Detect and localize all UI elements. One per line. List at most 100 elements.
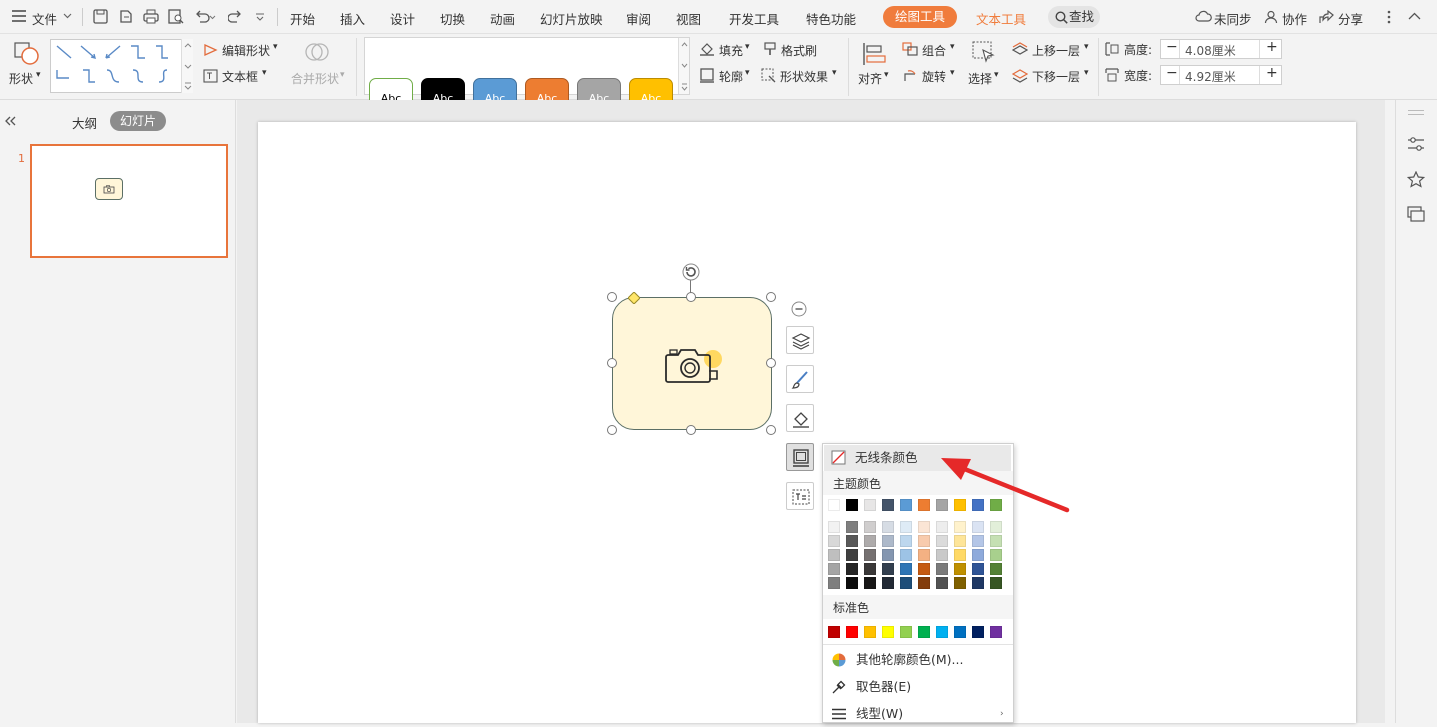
align-button[interactable]: 对齐 <box>858 70 882 87</box>
more-options-icon[interactable] <box>1387 10 1391 24</box>
star-icon[interactable] <box>1407 171 1425 188</box>
file-menu[interactable]: 文件 <box>32 9 57 28</box>
increase-height-button[interactable]: + <box>1266 39 1278 55</box>
theme-shade-swatch[interactable] <box>900 521 912 533</box>
theme-shade-swatch[interactable] <box>846 535 858 547</box>
standard-color-swatch[interactable] <box>864 626 876 638</box>
theme-shade-swatch[interactable] <box>990 535 1002 547</box>
theme-shade-swatch[interactable] <box>882 563 894 575</box>
redo-icon[interactable] <box>228 9 243 24</box>
standard-color-swatch[interactable] <box>900 626 912 638</box>
save-icon[interactable] <box>93 9 108 24</box>
eyedropper-item[interactable]: 取色器(E) <box>823 674 1013 700</box>
resize-handle-se[interactable] <box>766 425 776 435</box>
tab-developer[interactable]: 开发工具 <box>729 9 779 28</box>
shape-effect-icon[interactable] <box>761 68 777 83</box>
tab-transition[interactable]: 切换 <box>440 9 465 28</box>
bring-forward-icon[interactable] <box>1012 42 1028 57</box>
theme-shade-swatch[interactable] <box>882 535 894 547</box>
tab-slides[interactable]: 幻灯片 <box>110 111 166 131</box>
height-input[interactable]: 4.08厘米 <box>1185 42 1236 59</box>
resize-handle-s[interactable] <box>686 425 696 435</box>
theme-shade-swatch[interactable] <box>900 563 912 575</box>
share-button[interactable]: 分享 <box>1338 9 1363 28</box>
tab-slideshow[interactable]: 幻灯片放映 <box>540 9 603 28</box>
theme-shade-swatch[interactable] <box>828 549 840 561</box>
tab-review[interactable]: 审阅 <box>626 9 651 28</box>
theme-shade-swatch[interactable] <box>972 577 984 589</box>
theme-shade-swatch[interactable] <box>900 577 912 589</box>
tab-design[interactable]: 设计 <box>390 9 415 28</box>
text-box-quick-button[interactable] <box>786 482 814 510</box>
theme-color-swatch[interactable] <box>846 499 858 511</box>
theme-shade-swatch[interactable] <box>918 521 930 533</box>
standard-color-swatch[interactable] <box>990 626 1002 638</box>
width-stepper[interactable]: − 4.92厘米 + <box>1160 65 1282 85</box>
theme-shade-swatch[interactable] <box>972 563 984 575</box>
outline-quick-button[interactable] <box>786 443 814 471</box>
send-backward-icon[interactable] <box>1012 68 1028 83</box>
slide-thumbnail[interactable] <box>30 144 228 258</box>
theme-shade-swatch[interactable] <box>954 577 966 589</box>
customize-toolbar-icon[interactable] <box>255 13 265 21</box>
fill-icon[interactable] <box>699 42 715 56</box>
edit-shape-button[interactable]: 编辑形状 <box>222 42 270 59</box>
textbox-icon[interactable] <box>203 69 218 83</box>
shapes-button[interactable]: 形状 <box>9 70 33 87</box>
theme-shade-swatch[interactable] <box>972 521 984 533</box>
theme-shade-swatch[interactable] <box>954 563 966 575</box>
theme-shade-swatch[interactable] <box>936 535 948 547</box>
cloud-sync-icon[interactable] <box>1195 10 1212 23</box>
tab-animation[interactable]: 动画 <box>490 9 515 28</box>
resize-handle-e[interactable] <box>766 358 776 368</box>
bring-forward-button[interactable]: 上移一层 <box>1032 42 1080 59</box>
select-icon[interactable] <box>972 41 996 65</box>
theme-shade-swatch[interactable] <box>828 577 840 589</box>
theme-color-swatch[interactable] <box>882 499 894 511</box>
theme-shade-swatch[interactable] <box>936 549 948 561</box>
theme-shade-swatch[interactable] <box>936 563 948 575</box>
rotate-button[interactable]: 旋转 <box>922 68 946 85</box>
resize-handle-nw[interactable] <box>607 292 617 302</box>
theme-color-swatch[interactable] <box>864 499 876 511</box>
shape-effect-button[interactable]: 形状效果 <box>780 68 828 85</box>
theme-shade-swatch[interactable] <box>990 549 1002 561</box>
height-stepper[interactable]: − 4.08厘米 + <box>1160 39 1282 59</box>
theme-shade-swatch[interactable] <box>900 535 912 547</box>
theme-shade-swatch[interactable] <box>918 535 930 547</box>
width-input[interactable]: 4.92厘米 <box>1185 68 1236 85</box>
theme-shade-swatch[interactable] <box>846 577 858 589</box>
theme-color-swatch[interactable] <box>918 499 930 511</box>
textbox-button[interactable]: 文本框 <box>222 68 258 85</box>
theme-shade-swatch[interactable] <box>918 563 930 575</box>
decrease-width-button[interactable]: − <box>1166 65 1178 81</box>
slide-window-icon[interactable] <box>1407 206 1425 222</box>
line-shape-gallery[interactable] <box>50 39 193 93</box>
print-preview-icon[interactable] <box>168 9 184 24</box>
theme-shade-swatch[interactable] <box>828 521 840 533</box>
search-button[interactable]: 查找 <box>1048 6 1100 28</box>
theme-shade-swatch[interactable] <box>882 577 894 589</box>
theme-color-swatch[interactable] <box>900 499 912 511</box>
hamburger-icon[interactable] <box>12 10 26 22</box>
shapes-icon[interactable] <box>14 42 40 66</box>
standard-color-swatch[interactable] <box>972 626 984 638</box>
fill-button[interactable]: 填充 <box>719 42 743 59</box>
theme-shade-swatch[interactable] <box>882 521 894 533</box>
theme-shade-swatch[interactable] <box>936 577 948 589</box>
shape-style-button[interactable] <box>786 365 814 393</box>
gallery-scroll[interactable] <box>181 39 193 93</box>
theme-shade-swatch[interactable] <box>846 521 858 533</box>
more-outline-colors-item[interactable]: 其他轮廓颜色(M)... <box>823 647 1013 673</box>
theme-shade-swatch[interactable] <box>918 549 930 561</box>
tab-text-tools[interactable]: 文本工具 <box>976 9 1026 28</box>
theme-shade-swatch[interactable] <box>864 549 876 561</box>
standard-color-swatch[interactable] <box>918 626 930 638</box>
format-painter-button[interactable]: 格式刷 <box>781 42 817 59</box>
theme-shade-swatch[interactable] <box>882 549 894 561</box>
settings-sliders-icon[interactable] <box>1407 136 1425 152</box>
standard-color-swatch[interactable] <box>954 626 966 638</box>
resize-handle-n[interactable] <box>686 292 696 302</box>
rotate-icon[interactable] <box>902 68 918 83</box>
increase-width-button[interactable]: + <box>1266 65 1278 81</box>
